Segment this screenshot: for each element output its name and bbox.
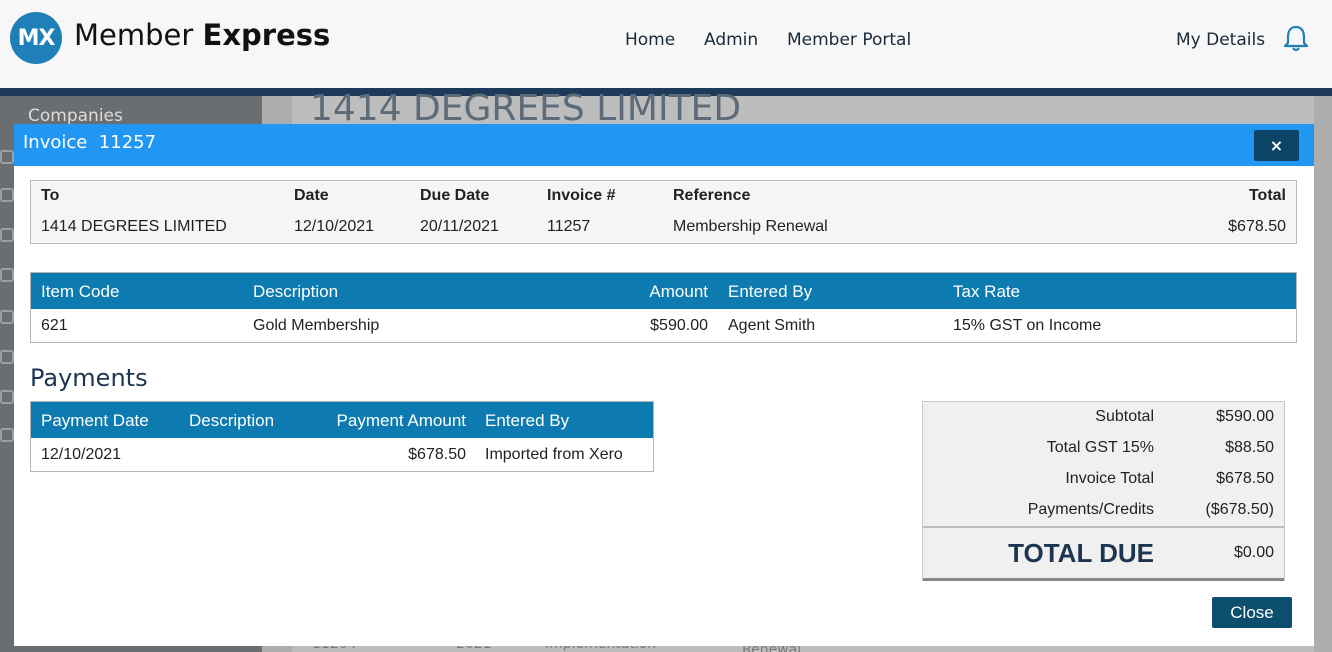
bell-icon[interactable] xyxy=(1283,24,1309,52)
col-description: Description xyxy=(253,282,339,301)
nav-member-portal[interactable]: Member Portal xyxy=(787,30,911,50)
nav-my-details[interactable]: My Details xyxy=(1176,30,1265,50)
invoice-total-value: $678.50 xyxy=(1216,470,1274,487)
sidebar-arrow-icon xyxy=(0,310,14,324)
value-due-date: 20/11/2021 xyxy=(420,218,499,235)
subtotal-value: $590.00 xyxy=(1216,408,1274,425)
totals-bottom-rule xyxy=(923,578,1284,581)
cell-tax-rate: 15% GST on Income xyxy=(953,317,1102,334)
total-due-label: TOTAL DUE xyxy=(1008,538,1154,568)
col-description: Description xyxy=(189,411,275,430)
sidebar-mail-icon xyxy=(0,228,14,242)
close-button[interactable]: Close xyxy=(1212,597,1292,628)
cell-item-code: 621 xyxy=(41,317,68,334)
items-table: Item Code Description Amount Entered By … xyxy=(30,272,1297,343)
gst-value: $88.50 xyxy=(1225,439,1274,456)
col-payment-amount: Payment Amount xyxy=(336,411,466,430)
invoice-modal: Invoice 11257 × To Date Due Date Invoice… xyxy=(14,124,1314,646)
label-invoice-number: Invoice # xyxy=(547,187,616,204)
sidebar-item-companies: Companies xyxy=(28,106,123,126)
sidebar-badge-icon xyxy=(0,188,14,202)
payments-credits-label: Payments/Credits xyxy=(1027,501,1154,518)
logo-icon[interactable]: MX xyxy=(10,12,62,64)
totals-panel: Subtotal $590.00 Total GST 15% $88.50 In… xyxy=(922,401,1285,581)
value-total: $678.50 xyxy=(1228,218,1286,235)
brand-regular: Member xyxy=(74,18,203,52)
label-date: Date xyxy=(294,187,329,204)
sidebar-arrow2-icon xyxy=(0,350,14,364)
company-title: 1414 DEGREES LIMITED xyxy=(310,88,742,129)
col-amount: Amount xyxy=(649,282,708,301)
cell-entered-by: Agent Smith xyxy=(728,317,816,334)
sidebar-globe-icon xyxy=(0,428,14,442)
top-navbar: MX Member Express Home Admin Member Port… xyxy=(0,0,1332,88)
value-reference: Membership Renewal xyxy=(673,218,828,235)
sidebar-gear-icon xyxy=(0,390,14,404)
value-invoice-number: 11257 xyxy=(547,218,591,235)
col-entered-by: Entered By xyxy=(728,282,813,301)
gst-label: Total GST 15% xyxy=(1046,439,1154,456)
modal-title: Invoice 11257 xyxy=(23,132,157,153)
brand-bold: Express xyxy=(202,18,331,52)
payments-table-header: Payment Date Description Payment Amount … xyxy=(31,402,653,438)
totals-divider xyxy=(923,526,1284,528)
sidebar-user-icon xyxy=(0,150,14,164)
modal-header: Invoice 11257 × xyxy=(14,124,1314,166)
brand-name[interactable]: Member Express xyxy=(74,18,330,52)
col-entered-by: Entered By xyxy=(485,411,570,430)
label-reference: Reference xyxy=(673,187,751,204)
col-item-code: Item Code xyxy=(41,282,120,301)
nav-admin[interactable]: Admin xyxy=(704,30,758,50)
total-due-value: $0.00 xyxy=(1233,544,1274,561)
label-due-date: Due Date xyxy=(420,187,490,204)
label-total: Total xyxy=(1248,187,1286,204)
payments-credits-value: ($678.50) xyxy=(1205,501,1275,518)
value-date: 12/10/2021 xyxy=(294,218,375,235)
cell-payment-amount: $678.50 xyxy=(408,446,466,463)
cell-description: Gold Membership xyxy=(253,317,380,334)
close-icon[interactable]: × xyxy=(1254,130,1299,161)
payments-heading: Payments xyxy=(30,364,148,392)
label-to: To xyxy=(41,187,60,204)
value-to: 1414 DEGREES LIMITED xyxy=(41,218,227,235)
col-payment-date: Payment Date xyxy=(41,411,149,430)
invoice-total-label: Invoice Total xyxy=(1065,470,1154,487)
subtotal-label: Subtotal xyxy=(1095,408,1154,425)
payments-table: Payment Date Description Payment Amount … xyxy=(30,401,654,472)
items-table-header: Item Code Description Amount Entered By … xyxy=(31,273,1296,309)
cell-amount: $590.00 xyxy=(650,317,708,334)
sidebar-chart-icon xyxy=(0,268,14,282)
cell-payment-date: 12/10/2021 xyxy=(41,446,122,463)
invoice-summary: To Date Due Date Invoice # Reference Tot… xyxy=(30,180,1297,244)
nav-home[interactable]: Home xyxy=(625,30,675,50)
cell-entered-by: Imported from Xero xyxy=(485,446,623,463)
col-tax-rate: Tax Rate xyxy=(953,282,1021,301)
